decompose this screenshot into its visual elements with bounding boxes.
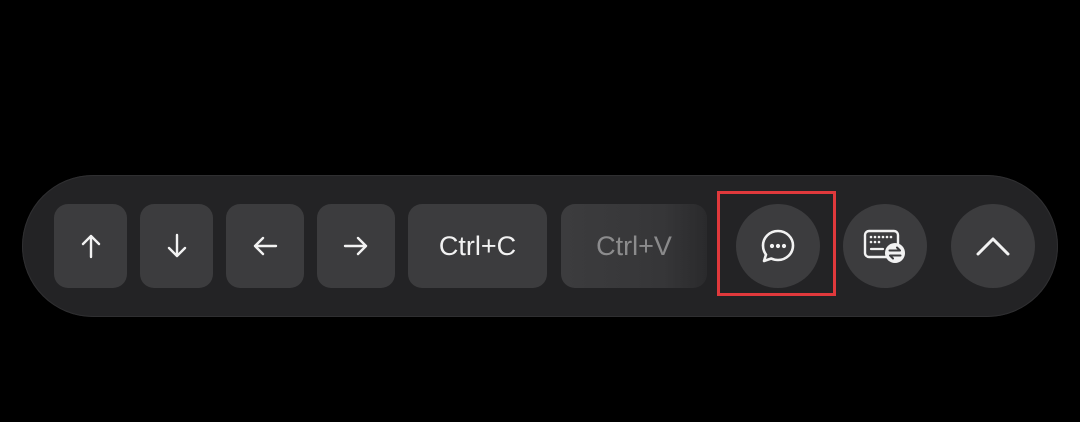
chat-bubble-icon bbox=[761, 229, 795, 263]
arrow-left-key[interactable] bbox=[226, 204, 304, 288]
arrow-down-key[interactable] bbox=[140, 204, 213, 288]
collapse-button[interactable] bbox=[951, 204, 1035, 288]
arrow-down-icon bbox=[167, 233, 186, 258]
arrow-left-icon bbox=[253, 236, 278, 256]
arrow-right-key[interactable] bbox=[317, 204, 395, 288]
arrow-right-icon bbox=[343, 236, 368, 256]
chevron-up-icon bbox=[976, 237, 1010, 256]
paste-key[interactable]: Ctrl+V bbox=[561, 204, 707, 288]
keyboard-switch-button[interactable] bbox=[843, 204, 927, 288]
copy-key[interactable]: Ctrl+C bbox=[408, 204, 547, 288]
arrow-up-key[interactable] bbox=[54, 204, 127, 288]
arrow-up-icon bbox=[81, 234, 100, 259]
chat-button[interactable] bbox=[736, 204, 820, 288]
shortcut-toolbar: Ctrl+C Ctrl+V bbox=[22, 175, 1058, 317]
keyboard-switch-icon bbox=[863, 229, 905, 263]
paste-key-label: Ctrl+V bbox=[596, 230, 672, 261]
copy-key-label: Ctrl+C bbox=[438, 230, 517, 261]
